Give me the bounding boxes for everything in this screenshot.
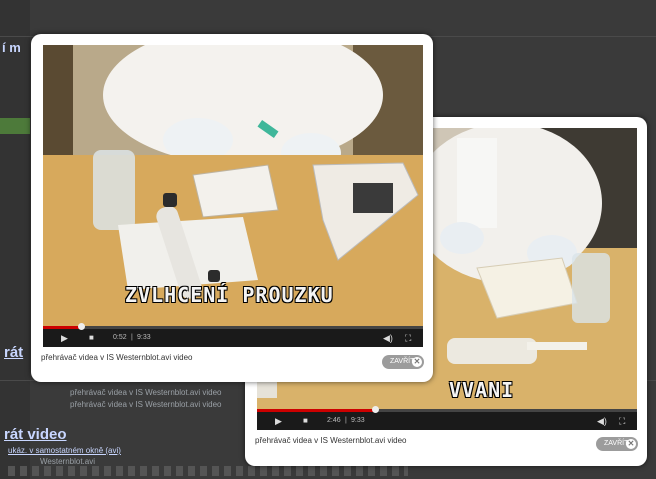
close-icon: ✕ [626,439,636,449]
time-separator: | [345,417,347,424]
time-elapsed: 0:52 [113,334,127,341]
volume-icon[interactable]: ◀) [597,412,607,430]
stop-icon[interactable]: ■ [303,412,308,430]
video-frame[interactable]: ZVLHCENÍ PROUZKU ▶ ■ 0:52 | 9:33 ◀) ⛶ [43,45,423,347]
background-sidebar [0,0,30,479]
progress-bar[interactable] [257,406,637,413]
time-total: 9:33 [351,417,365,424]
background-text-line: přehrávač videa v IS Westernblot.avi vid… [70,388,222,397]
background-file-name: Westernblot.avi [40,457,95,466]
fullscreen-icon[interactable]: ⛶ [619,412,625,430]
progress-knob[interactable] [371,406,379,413]
play-icon[interactable]: ▶ [275,412,282,430]
close-label: ZAVŘÍT [390,358,415,365]
close-label: ZAVŘÍT [604,440,629,447]
video-popup-primary: ZVLHCENÍ PROUZKU ▶ ■ 0:52 | 9:33 ◀) ⛶ př… [31,34,433,382]
close-button[interactable]: ZAVŘÍT ✕ [596,437,638,451]
video-subtitle: VVANI [449,378,515,402]
time-total: 9:33 [137,334,151,341]
play-icon[interactable]: ▶ [61,329,68,347]
background-link[interactable]: ukáz. v samostatném okně (avi) [8,446,121,455]
video-caption: přehrávač videa v IS Westernblot.avi vid… [255,436,407,445]
progress-bar[interactable] [43,323,423,330]
video-controls: ▶ ■ 2:46 | 9:33 ◀) ⛶ [257,406,637,430]
close-button[interactable]: ZAVŘÍT ✕ [382,355,424,369]
time-separator: | [131,334,133,341]
video-controls: ▶ ■ 0:52 | 9:33 ◀) ⛶ [43,323,423,347]
close-icon: ✕ [412,357,422,367]
video-caption: přehrávač videa v IS Westernblot.avi vid… [41,353,193,362]
background-toolbar-icons [8,466,408,476]
volume-icon[interactable]: ◀) [383,329,393,347]
background-green-block [0,118,30,134]
progress-knob[interactable] [78,323,85,330]
fullscreen-icon[interactable]: ⛶ [405,329,411,347]
video-subtitle: ZVLHCENÍ PROUZKU [125,283,334,307]
background-heading-fragment: rát [4,344,24,361]
background-video-heading: rát video [4,426,67,443]
background-title-fragment: í m [2,40,21,55]
background-text-line: přehrávač videa v IS Westernblot.avi vid… [70,400,222,409]
stop-icon[interactable]: ■ [89,329,94,347]
time-elapsed: 2:46 [327,417,341,424]
